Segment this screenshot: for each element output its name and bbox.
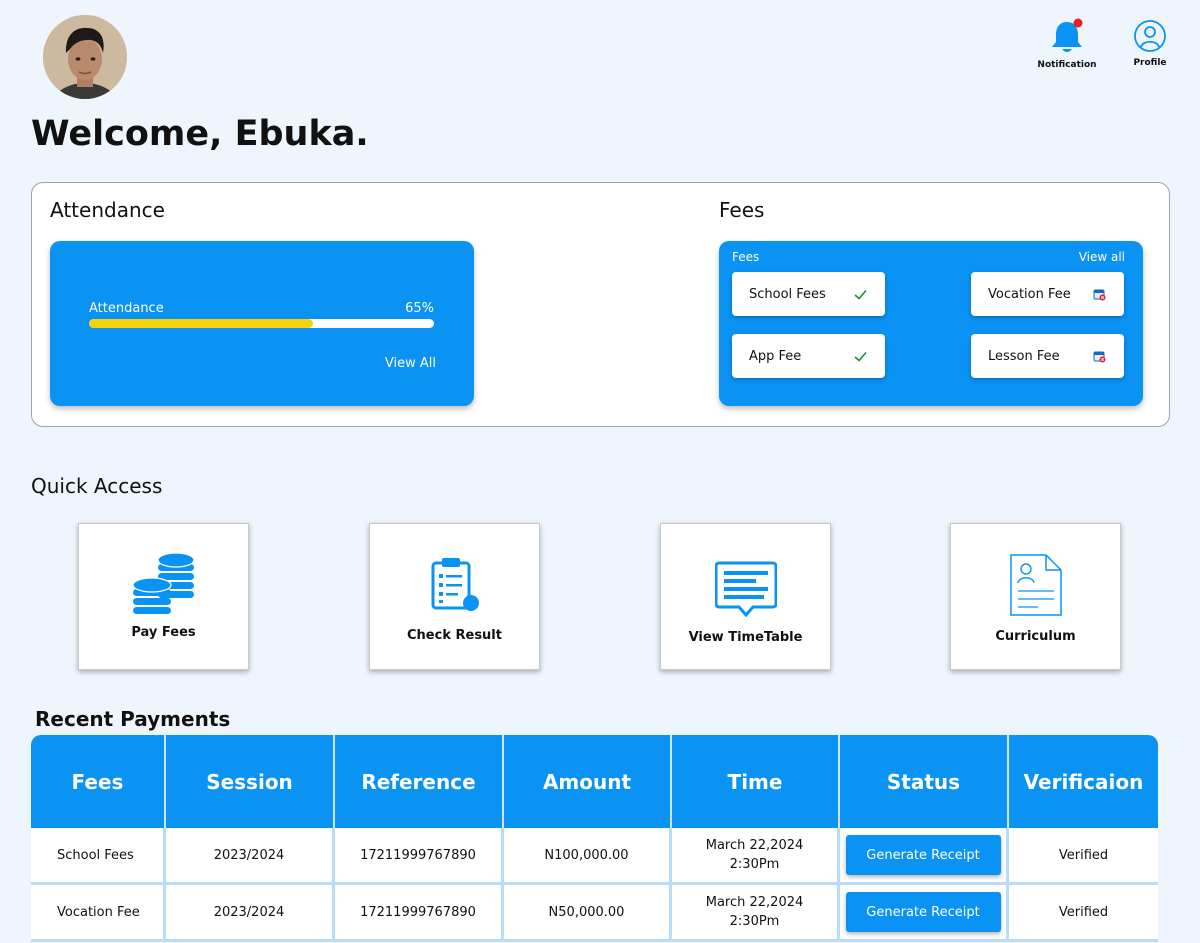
recent-payments-table: Fees Session Reference Amount Time Statu… bbox=[31, 735, 1158, 943]
column-header-time: Time bbox=[672, 735, 840, 828]
student-dashboard: Notification Profile Welcome, Ebuka. Att… bbox=[0, 0, 1200, 943]
fee-item-label: Lesson Fee bbox=[988, 348, 1060, 364]
profile-button[interactable]: Profile bbox=[1130, 18, 1170, 68]
notification-button[interactable]: Notification bbox=[1036, 18, 1098, 70]
fee-item-label: School Fees bbox=[749, 286, 826, 302]
fee-item-app-fee[interactable]: App Fee bbox=[732, 334, 885, 378]
attendance-percent: 65% bbox=[405, 301, 434, 316]
pay-fees-label: Pay Fees bbox=[131, 625, 196, 640]
attendance-label: Attendance bbox=[89, 301, 164, 316]
overview-panel: Attendance Fees Attendance 65% View All … bbox=[31, 182, 1170, 427]
avatar[interactable] bbox=[43, 15, 127, 99]
message-list-icon bbox=[661, 560, 830, 618]
check-result-label: Check Result bbox=[407, 628, 502, 643]
cell-status: Generate Receipt bbox=[840, 885, 1009, 939]
table-body: School Fees 2023/2024 17211999767890 N10… bbox=[31, 828, 1158, 942]
user-icon bbox=[1134, 20, 1166, 52]
cell-time: March 22,2024 2:30Pm bbox=[672, 828, 840, 882]
cell-amount: N100,000.00 bbox=[504, 828, 672, 882]
cell-fee: Vocation Fee bbox=[31, 885, 166, 939]
curriculum-label: Curriculum bbox=[995, 629, 1076, 644]
notification-label: Notification bbox=[1037, 60, 1097, 70]
column-header-session: Session bbox=[166, 735, 335, 828]
cell-reference: 17211999767890 bbox=[335, 828, 504, 882]
profile-label: Profile bbox=[1133, 58, 1167, 68]
column-header-status: Status bbox=[840, 735, 1009, 828]
cell-reference: 17211999767890 bbox=[335, 885, 504, 939]
generate-receipt-button[interactable]: Generate Receipt bbox=[845, 835, 1001, 875]
cell-verification: Verified bbox=[1058, 847, 1109, 863]
view-timetable-label: View TimeTable bbox=[688, 630, 803, 645]
curriculum-tile[interactable]: Curriculum bbox=[950, 523, 1121, 670]
cell-status: Generate Receipt bbox=[840, 828, 1009, 882]
check-result-tile[interactable]: Check Result bbox=[369, 523, 540, 670]
cell-verification: Verified bbox=[1058, 904, 1109, 920]
time-hour: 2:30Pm bbox=[729, 914, 780, 929]
recent-payments-title: Recent Payments bbox=[35, 707, 231, 731]
fee-item-label: App Fee bbox=[749, 348, 802, 364]
time-date: March 22,2024 bbox=[705, 838, 804, 853]
calendar-x-icon bbox=[1092, 349, 1106, 363]
column-header-reference: Reference bbox=[335, 735, 504, 828]
fees-card: Fees View all School Fees Vocation Fee A… bbox=[719, 241, 1143, 406]
coins-icon bbox=[79, 552, 248, 616]
attendance-section-title: Attendance bbox=[50, 198, 165, 222]
fee-item-vocation-fee[interactable]: Vocation Fee bbox=[971, 272, 1124, 316]
time-hour: 2:30Pm bbox=[729, 857, 780, 872]
attendance-progress-bar bbox=[89, 319, 434, 328]
pay-fees-tile[interactable]: Pay Fees bbox=[78, 523, 249, 670]
fees-view-all-link[interactable]: View all bbox=[1079, 250, 1125, 264]
attendance-progress-fill bbox=[89, 319, 314, 328]
fee-item-label: Vocation Fee bbox=[988, 286, 1071, 302]
view-timetable-tile[interactable]: View TimeTable bbox=[660, 523, 831, 670]
time-date: March 22,2024 bbox=[705, 895, 804, 910]
cell-session: 2023/2024 bbox=[166, 828, 335, 882]
document-user-icon bbox=[951, 553, 1120, 617]
column-header-verification: Verificaion bbox=[1023, 769, 1144, 794]
table-row: Vocation Fee 2023/2024 17211999767890 N5… bbox=[31, 885, 1158, 942]
cell-time: March 22,2024 2:30Pm bbox=[672, 885, 840, 939]
page-title: Welcome, Ebuka. bbox=[31, 114, 369, 154]
column-header-amount: Amount bbox=[504, 735, 672, 828]
column-header-fees: Fees bbox=[31, 735, 166, 828]
generate-receipt-button[interactable]: Generate Receipt bbox=[845, 892, 1001, 932]
fee-item-lesson-fee[interactable]: Lesson Fee bbox=[971, 334, 1124, 378]
fee-item-school-fees[interactable]: School Fees bbox=[732, 272, 885, 316]
fees-card-label: Fees bbox=[732, 250, 760, 264]
check-icon bbox=[853, 349, 867, 363]
check-icon bbox=[853, 287, 867, 301]
cell-fee: School Fees bbox=[31, 828, 166, 882]
bell-icon bbox=[1052, 18, 1083, 52]
cell-session: 2023/2024 bbox=[166, 885, 335, 939]
calendar-x-icon bbox=[1092, 287, 1106, 301]
fees-section-title: Fees bbox=[719, 198, 765, 222]
table-row: School Fees 2023/2024 17211999767890 N10… bbox=[31, 828, 1158, 885]
attendance-card: Attendance 65% View All bbox=[50, 241, 474, 406]
cell-amount: N50,000.00 bbox=[504, 885, 672, 939]
quick-access-title: Quick Access bbox=[31, 474, 163, 498]
attendance-view-all-link[interactable]: View All bbox=[385, 356, 436, 371]
clipboard-icon bbox=[370, 556, 539, 612]
table-header: Fees Session Reference Amount Time Statu… bbox=[31, 735, 1158, 828]
user-photo bbox=[43, 15, 127, 99]
